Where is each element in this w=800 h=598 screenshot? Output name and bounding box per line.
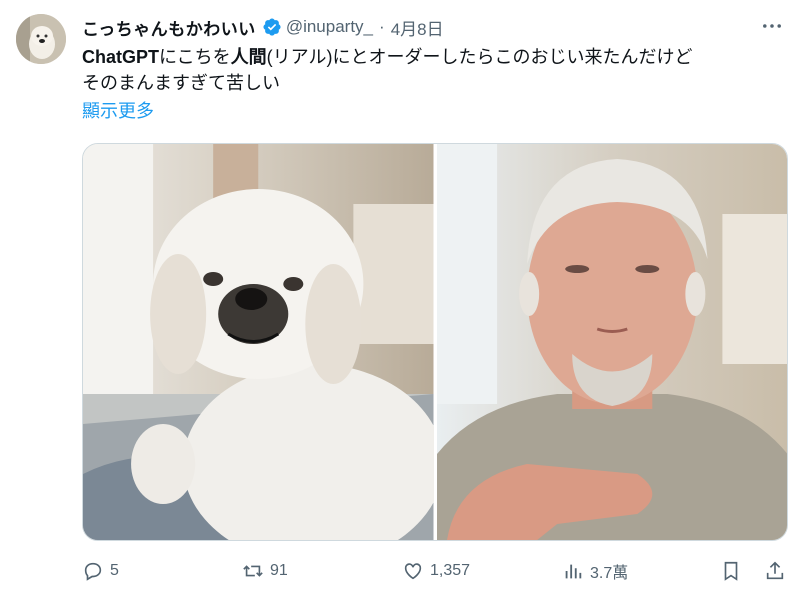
bookmark-button[interactable]: [720, 560, 742, 582]
retweet-count: 91: [270, 562, 288, 579]
views-count: 3.7萬: [590, 565, 629, 582]
share-button[interactable]: [764, 560, 786, 582]
tweet-text-bold-2: 人間: [230, 47, 267, 67]
action-bar-right: [720, 560, 786, 582]
views-chart-icon: [565, 564, 582, 579]
separator-dot: ·: [379, 17, 385, 36]
tweet-text-bold: ChatGPT: [82, 47, 160, 67]
views-button[interactable]: 3.7萬: [562, 559, 712, 583]
media-grid: [82, 143, 788, 541]
retweet-button[interactable]: 91: [242, 560, 402, 582]
post-date[interactable]: 4月8日: [391, 15, 444, 40]
reply-button[interactable]: 5: [82, 560, 242, 582]
heart-icon: [404, 563, 422, 580]
dog-photo[interactable]: [83, 144, 434, 540]
tweet-header: こっちゃんもかわいい @inuparty_ · 4月8日: [82, 14, 780, 40]
like-button[interactable]: 1,357: [402, 560, 562, 582]
reply-icon: [84, 562, 102, 581]
user-handle[interactable]: @inuparty_: [286, 17, 373, 37]
retweet-icon: [243, 565, 263, 577]
display-name[interactable]: こっちゃんもかわいい: [82, 15, 256, 40]
show-more-link[interactable]: 顯示更多: [82, 98, 154, 124]
more-dots-icon: [763, 24, 781, 28]
tweet-text-part-2: (リアル)にとオーダーしたらこのおじい来たんだけど: [266, 47, 693, 67]
tweet-text-part: にこちを: [159, 47, 231, 67]
like-count: 1,357: [430, 562, 471, 579]
old-man-photo[interactable]: [436, 144, 787, 540]
share-icon: [766, 561, 784, 580]
avatar[interactable]: [16, 14, 66, 64]
bookmark-icon: [724, 561, 738, 581]
verified-badge-icon: [263, 18, 281, 36]
tweet-text: ChatGPTにこちを人間(リアル)にとオーダーしたらこのおじい来たんだけど そ…: [82, 44, 782, 96]
action-bar: 5 91 1,357 3.7萬: [82, 556, 786, 586]
tweet-text-line-2: そのまんますぎて苦しい: [82, 73, 280, 93]
reply-count: 5: [110, 562, 119, 579]
more-options-button[interactable]: [760, 16, 784, 36]
